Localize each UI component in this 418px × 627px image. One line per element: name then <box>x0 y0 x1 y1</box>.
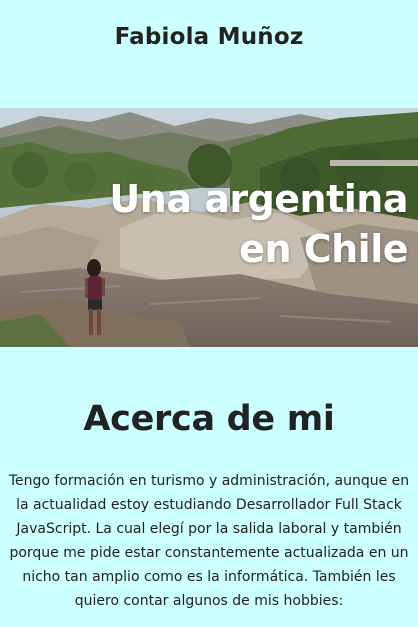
about-section: Acerca de mi Tengo formación en turismo … <box>0 347 418 613</box>
about-title: Acerca de mi <box>83 399 335 439</box>
site-header: Fabiola Muñoz <box>0 0 418 108</box>
about-text: Tengo formación en turismo y administrac… <box>8 473 410 609</box>
hero-heading-line-2: en Chile <box>239 227 408 271</box>
site-title: Fabiola Muñoz <box>114 24 304 50</box>
hero-heading-line-1: Una argentina <box>109 177 408 221</box>
hero-banner: Una argentina en Chile <box>0 108 418 347</box>
hero-heading: Una argentina en Chile <box>109 174 408 274</box>
